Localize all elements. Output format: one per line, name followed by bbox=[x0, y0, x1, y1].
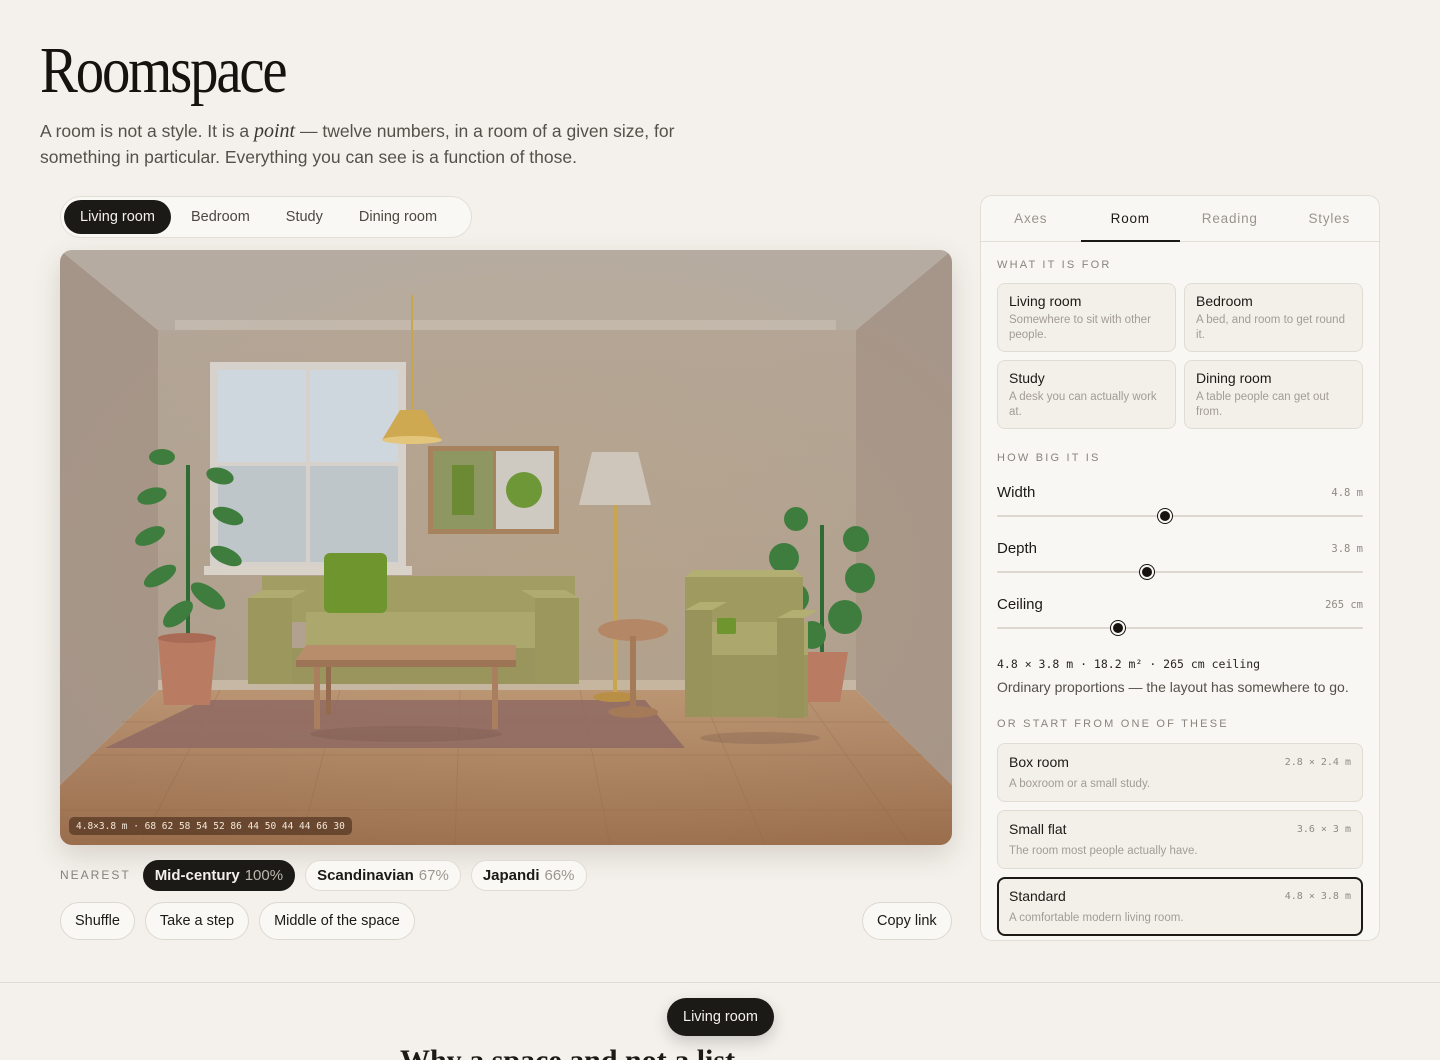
preset-small-flat[interactable]: Small flat 3.6 × 3 m The room most peopl… bbox=[997, 810, 1363, 869]
preset-dimensions: 3.6 × 3 m bbox=[1296, 824, 1351, 835]
purpose-card-study[interactable]: Study A desk you can actually work at. bbox=[997, 360, 1176, 429]
purpose-title: Living room bbox=[1009, 293, 1082, 309]
tab-axes[interactable]: Axes bbox=[981, 196, 1081, 241]
section-heading: Why a space and not a list bbox=[400, 1044, 735, 1060]
room-tab-living-room[interactable]: Living room bbox=[64, 200, 171, 234]
chip-name: Scandinavian bbox=[317, 866, 414, 884]
copy-link-button[interactable]: Copy link bbox=[862, 902, 952, 940]
dimensions-summary: 4.8 × 3.8 m · 18.2 m² · 265 cm ceiling bbox=[997, 657, 1261, 671]
purpose-grid: Living room Somewhere to sit with other … bbox=[997, 283, 1363, 429]
slider-value: 265 cm bbox=[1325, 599, 1363, 611]
chip-name: Mid-century bbox=[154, 866, 240, 884]
middle-button[interactable]: Middle of the space bbox=[259, 902, 415, 940]
slider-thumb[interactable] bbox=[1158, 509, 1173, 523]
room-tab-dining-room[interactable]: Dining room bbox=[343, 200, 453, 234]
current-room-pill[interactable]: Living room bbox=[667, 998, 774, 1036]
slider-track[interactable] bbox=[997, 571, 1363, 573]
preset-description: The room most people actually have. bbox=[1009, 845, 1198, 857]
preset-box-room[interactable]: Box room 2.8 × 2.4 m A boxroom or a smal… bbox=[997, 743, 1363, 802]
preset-dimensions: 4.8 × 3.8 m bbox=[1284, 891, 1351, 902]
chip-name: Japandi bbox=[482, 866, 540, 884]
tab-styles[interactable]: Styles bbox=[1280, 196, 1380, 241]
room-tab-study[interactable]: Study bbox=[270, 200, 339, 234]
purpose-card-dining-room[interactable]: Dining room A table people can get out f… bbox=[1184, 360, 1363, 429]
style-chip-scandinavian[interactable]: Scandinavian 67% bbox=[305, 859, 461, 891]
preset-description: A comfortable modern living room. bbox=[1009, 912, 1184, 924]
panel-tabs: Axes Room Reading Styles bbox=[981, 196, 1379, 242]
preset-dimensions: 2.8 × 2.4 m bbox=[1284, 757, 1351, 768]
slider-thumb[interactable] bbox=[1110, 621, 1125, 635]
slider-track[interactable] bbox=[997, 627, 1363, 629]
purpose-card-living-room[interactable]: Living room Somewhere to sit with other … bbox=[997, 283, 1176, 352]
purpose-card-bedroom[interactable]: Bedroom A bed, and room to get round it. bbox=[1184, 283, 1363, 352]
slider-value: 4.8 m bbox=[1331, 487, 1363, 499]
width-slider: Width 4.8 m bbox=[997, 484, 1363, 530]
purpose-description: A desk you can actually work at. bbox=[1009, 391, 1157, 418]
point-readout: 4.8×3.8 m · 68 62 58 54 52 86 44 50 44 4… bbox=[69, 817, 352, 835]
page-subtitle: A room is not a style. It is a point — t… bbox=[40, 118, 700, 170]
chip-percent: 67% bbox=[418, 866, 449, 884]
ceiling-slider: Ceiling 265 cm bbox=[997, 596, 1363, 642]
section-label-purpose: WHAT IT IS FOR bbox=[997, 259, 1112, 271]
chip-percent: 100% bbox=[244, 866, 284, 884]
slider-track[interactable] bbox=[997, 515, 1363, 517]
shuffle-button[interactable]: Shuffle bbox=[60, 902, 135, 940]
page-title: Roomspace bbox=[40, 34, 288, 107]
action-buttons: Shuffle Take a step Middle of the space bbox=[60, 902, 415, 940]
room-type-tabs: Living room Bedroom Study Dining room bbox=[60, 196, 473, 238]
room-render[interactable]: 4.8×3.8 m · 68 62 58 54 52 86 44 50 44 4… bbox=[60, 250, 952, 845]
purpose-title: Study bbox=[1009, 370, 1045, 386]
room-presets: Box room 2.8 × 2.4 m A boxroom or a smal… bbox=[997, 743, 1363, 936]
purpose-description: Somewhere to sit with other people. bbox=[1009, 314, 1151, 341]
depth-slider: Depth 3.8 m bbox=[997, 540, 1363, 586]
subtitle-emphasis: point bbox=[253, 120, 296, 142]
purpose-title: Bedroom bbox=[1196, 293, 1253, 309]
chip-percent: 66% bbox=[544, 866, 575, 884]
room-illustration bbox=[60, 250, 952, 845]
tab-room[interactable]: Room bbox=[1080, 196, 1181, 242]
section-divider bbox=[0, 982, 1440, 983]
nearest-styles: NEAREST Mid-century 100% Scandinavian 67% … bbox=[60, 859, 587, 891]
tab-reading[interactable]: Reading bbox=[1180, 196, 1280, 241]
purpose-description: A bed, and room to get round it. bbox=[1196, 314, 1345, 341]
preset-standard[interactable]: Standard 4.8 × 3.8 m A comfortable moder… bbox=[997, 877, 1363, 936]
room-tab-bedroom[interactable]: Bedroom bbox=[175, 200, 266, 234]
preset-description: A boxroom or a small study. bbox=[1009, 778, 1151, 790]
slider-label: Depth bbox=[997, 540, 1038, 557]
control-panel: Axes Room Reading Styles WHAT IT IS FOR … bbox=[980, 195, 1380, 941]
slider-value: 3.8 m bbox=[1331, 543, 1363, 555]
slider-label: Width bbox=[997, 484, 1036, 501]
slider-label: Ceiling bbox=[997, 596, 1043, 613]
section-label-presets: OR START FROM ONE OF THESE bbox=[997, 718, 1229, 730]
purpose-description: A table people can get out from. bbox=[1196, 391, 1329, 418]
slider-thumb[interactable] bbox=[1140, 565, 1155, 579]
section-label-size: HOW BIG IT IS bbox=[997, 452, 1101, 464]
style-chip-japandi[interactable]: Japandi 66% bbox=[470, 859, 587, 891]
nearest-label: NEAREST bbox=[60, 868, 131, 882]
subtitle-text-start: A room is not a style. It is a bbox=[40, 121, 254, 141]
proportions-note: Ordinary proportions — the layout has so… bbox=[997, 679, 1349, 695]
style-chip-mid-century[interactable]: Mid-century 100% bbox=[142, 859, 296, 891]
purpose-title: Dining room bbox=[1196, 370, 1272, 386]
take-step-button[interactable]: Take a step bbox=[144, 902, 250, 940]
